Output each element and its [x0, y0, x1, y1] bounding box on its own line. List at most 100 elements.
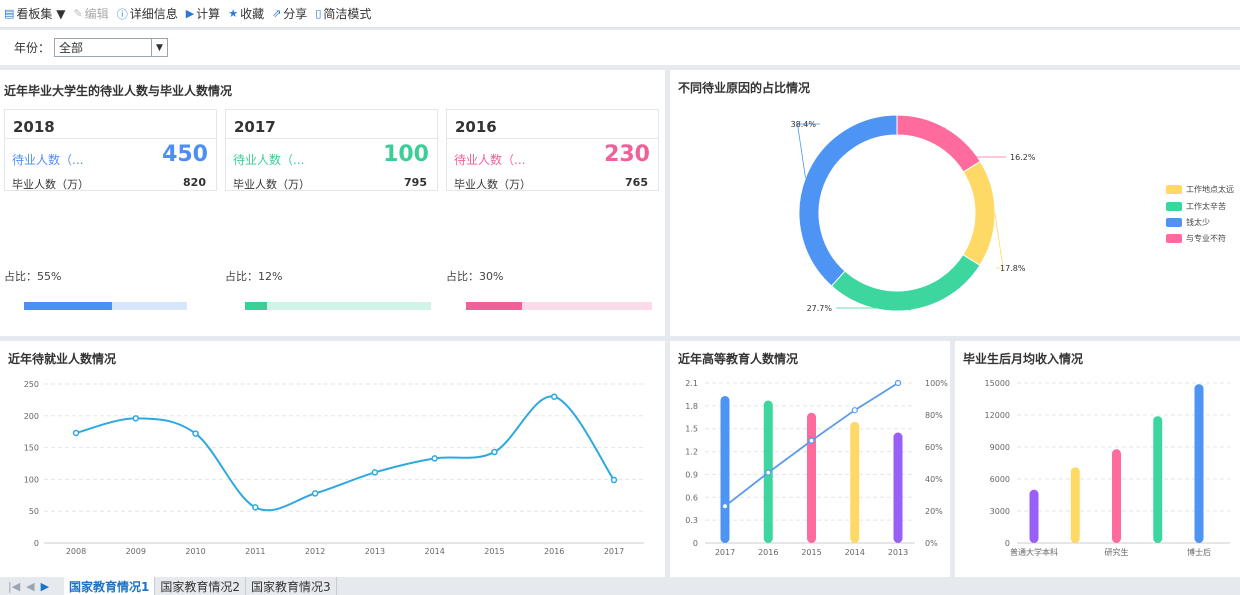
line-chart: 0 50 100 150 200 250 2008 2009 2010 2011 2012 2013 2…: [24, 380, 644, 556]
x-tick-label: 2016: [758, 548, 778, 557]
edu-line-point[interactable]: [765, 469, 772, 476]
edu-line-point[interactable]: [894, 379, 902, 387]
y-tick-label: 100: [24, 475, 39, 484]
toolbar-item-2[interactable]: ⓘ 详细信息: [117, 5, 178, 22]
income-bar[interactable]: [1070, 467, 1080, 543]
edu-bar[interactable]: [850, 421, 860, 543]
y-tick-label: 12000: [985, 411, 1010, 420]
grad-label: 毕业人数（万）: [233, 178, 310, 191]
summary-card-2017: 2017 待业人数（... 100 毕业人数（万） 795: [225, 109, 438, 191]
doc-icon: ▯: [315, 7, 322, 20]
star-icon: ★: [228, 7, 239, 20]
donut-slice[interactable]: [962, 160, 996, 267]
x-tick-label: 2015: [801, 548, 821, 557]
sheet-tab-3[interactable]: 国家教育情况3: [246, 577, 337, 595]
donut-slice[interactable]: [798, 114, 898, 287]
year-filter-select[interactable]: 全部 ▼: [54, 38, 169, 57]
unemployed-label: 待业人数（...: [12, 153, 84, 167]
x-tick-label: 2011: [245, 547, 265, 556]
donut-legend-item[interactable]: 与专业不符: [1166, 233, 1226, 244]
y-tick-label: 0.6: [685, 493, 698, 502]
year-filter-value: 全部: [59, 41, 84, 55]
donut-legend-item[interactable]: 工作地点太远: [1166, 184, 1234, 195]
line-point[interactable]: [192, 430, 199, 437]
income-bar[interactable]: [1153, 416, 1163, 543]
line-point[interactable]: [491, 448, 498, 456]
income-bar[interactable]: [1112, 449, 1121, 543]
income-chart: 0 3000 6000 9000 12000 15000 普通大学本科 研究生 博士后: [985, 379, 1230, 557]
dropdown-arrow-icon[interactable]: ▼: [151, 39, 167, 56]
card-year: 2016: [455, 118, 497, 136]
toolbar: ▤ 看板集 ▼ ✎ 编辑 ⓘ 详细信息 ▶ 计算 ★ 收藏 ⇗ 分享 ▯ 简洁模式: [0, 0, 1240, 28]
y2-tick-label: 40%: [925, 475, 943, 484]
line-point[interactable]: [252, 504, 259, 511]
card-divider: [5, 138, 216, 139]
y2-tick-label: 60%: [925, 443, 943, 452]
line-series: [75, 395, 615, 512]
edu-bar[interactable]: [893, 432, 903, 543]
line-point[interactable]: [550, 393, 558, 400]
line-point[interactable]: [371, 469, 379, 476]
card-divider: [447, 138, 658, 139]
grad-label: 毕业人数（万）: [12, 178, 89, 191]
card-year: 2017: [234, 118, 276, 136]
toolbar-item-1[interactable]: ✎ 编辑: [73, 5, 108, 22]
donut-legend-item[interactable]: 工作太辛苦: [1166, 201, 1226, 212]
prev-sheet-icon[interactable]: ◀: [26, 580, 34, 593]
toolbar-item-label: 详细信息: [129, 7, 178, 21]
income-bar[interactable]: [1029, 489, 1039, 543]
sheet-tab-1[interactable]: 国家教育情况1: [64, 577, 156, 595]
y-tick-label: 1.5: [685, 425, 698, 434]
edu-bar[interactable]: [720, 395, 730, 543]
y-tick-label: 2.1: [685, 379, 698, 388]
toolbar-item-label: 编辑: [84, 7, 109, 21]
line-point[interactable]: [132, 415, 140, 422]
board-icon: ▤: [4, 7, 15, 20]
x-tick-label: 2017: [604, 547, 624, 556]
y2-tick-label: 0%: [925, 539, 938, 548]
line-point[interactable]: [72, 429, 80, 437]
donut-legend-item[interactable]: 钱太少: [1166, 217, 1210, 228]
y-tick-label: 0: [693, 539, 698, 548]
first-sheet-icon[interactable]: |◀: [8, 580, 20, 593]
sheet-nav: |◀ ◀ ▶: [0, 580, 64, 593]
toolbar-item-4[interactable]: ★ 收藏: [228, 5, 264, 22]
edu-line-point[interactable]: [808, 437, 815, 444]
toolbar-item-6[interactable]: ▯ 简洁模式: [315, 5, 371, 22]
ratio-bar-track: [466, 302, 652, 310]
line-point[interactable]: [311, 490, 319, 497]
summary-card-2018: 2018 待业人数（... 450 毕业人数（万） 820: [4, 109, 217, 191]
toolbar-item-label: 计算: [196, 7, 221, 21]
x-tick-label: 2014: [424, 547, 444, 556]
share-icon: ⇗: [272, 7, 282, 20]
toolbar-item-3[interactable]: ▶ 计算: [186, 5, 220, 22]
toolbar-item-0[interactable]: ▤ 看板集 ▼: [4, 5, 65, 22]
edu-line-point[interactable]: [721, 503, 729, 510]
donut-slice[interactable]: [896, 114, 982, 173]
toolbar-item-5[interactable]: ⇗ 分享: [272, 5, 307, 22]
y-tick-label: 150: [24, 444, 39, 453]
grad-label: 毕业人数（万）: [454, 178, 531, 191]
unemployed-value: 230: [604, 142, 650, 167]
x-tick-label: 2013: [888, 548, 908, 557]
y-tick-label: 50: [29, 507, 39, 516]
year-filter-label: 年份：: [14, 41, 51, 55]
y-tick-label: 9000: [990, 443, 1010, 452]
y2-tick-label: 100%: [925, 379, 948, 388]
donut-slice[interactable]: [830, 253, 981, 312]
legend-label: 钱太少: [1186, 218, 1210, 227]
info-icon: ⓘ: [116, 7, 128, 21]
edu-bar[interactable]: [807, 412, 816, 543]
x-tick-label: 2008: [66, 547, 86, 556]
line-point[interactable]: [610, 476, 618, 484]
next-sheet-icon[interactable]: ▶: [41, 580, 49, 593]
line-point[interactable]: [431, 455, 438, 462]
unemployed-label: 待业人数（...: [233, 153, 305, 167]
ratio-bar-fill: [245, 302, 268, 310]
y-tick-label: 0: [34, 539, 39, 548]
y2-tick-label: 80%: [925, 411, 943, 420]
legend-swatch: [1166, 218, 1182, 227]
sheet-tab-2[interactable]: 国家教育情况2: [155, 577, 246, 595]
income-bar[interactable]: [1194, 384, 1204, 543]
edu-line-point[interactable]: [851, 407, 858, 414]
